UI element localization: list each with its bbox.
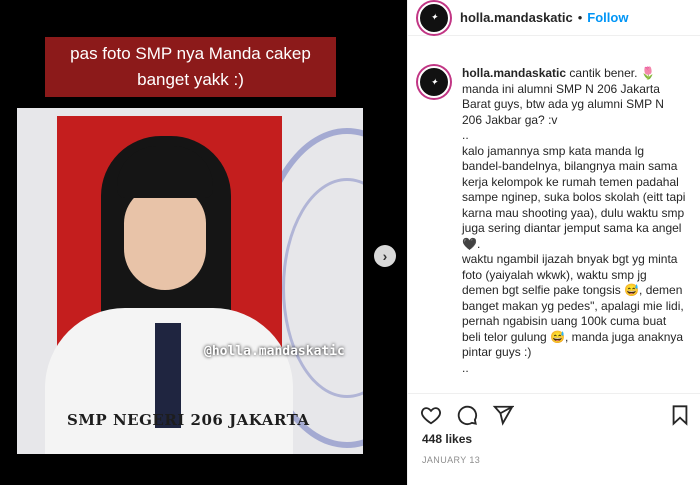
caption-line: manda ini alumni SMP N 206 Jakarta Barat… [462, 81, 664, 127]
caption-line: .. [462, 360, 469, 375]
caption-line: cantik bener. 🌷 [569, 66, 656, 80]
post-media: pas foto SMP nya Manda cakep banget yakk… [0, 0, 407, 485]
post-sidebar: ✦ holla.mandaskatic • Follow ✦ holla.man… [407, 0, 700, 485]
caption-username[interactable]: holla.mandaskatic [462, 66, 566, 80]
image-caption-banner: pas foto SMP nya Manda cakep banget yakk… [45, 37, 336, 97]
student-photo: @holla.mandaskatic SMP NEGERI 206 JAKART… [17, 108, 363, 454]
school-label: SMP NEGERI 206 JAKARTA [67, 411, 310, 429]
caption-line: kalo jamannya smp kata manda lg bandel-b… [462, 143, 686, 251]
header-username[interactable]: holla.mandaskatic [460, 10, 573, 25]
likes-count[interactable]: 448 likes [422, 432, 472, 446]
comment-icon[interactable] [456, 404, 478, 426]
action-icons [420, 404, 514, 426]
caption-line: .. [462, 128, 469, 142]
avatar[interactable]: ✦ [418, 1, 450, 34]
chevron-right-icon: › [382, 248, 388, 264]
image-watermark: @holla.mandaskatic [204, 344, 345, 359]
bookmark-icon[interactable] [669, 404, 691, 426]
heart-icon[interactable] [420, 404, 442, 426]
caption-text: holla.mandaskatic cantik bener. 🌷 manda … [462, 66, 686, 376]
caption-line: waktu ngambil ijazah bnyak bgt yg minta … [462, 252, 684, 359]
post-header: ✦ holla.mandaskatic • Follow [408, 0, 700, 36]
face-shape [124, 186, 206, 290]
caption-avatar[interactable]: ✦ [418, 66, 450, 98]
header-separator: • [577, 10, 583, 25]
follow-button[interactable]: Follow [587, 10, 628, 25]
next-slide-button[interactable]: › [374, 245, 396, 267]
caption-comment: ✦ holla.mandaskatic cantik bener. 🌷 mand… [418, 66, 698, 376]
post-date[interactable]: JANUARY 13 [422, 455, 480, 465]
paper-plane-icon[interactable] [492, 404, 514, 426]
post-actions: 448 likes JANUARY 13 [408, 393, 700, 483]
